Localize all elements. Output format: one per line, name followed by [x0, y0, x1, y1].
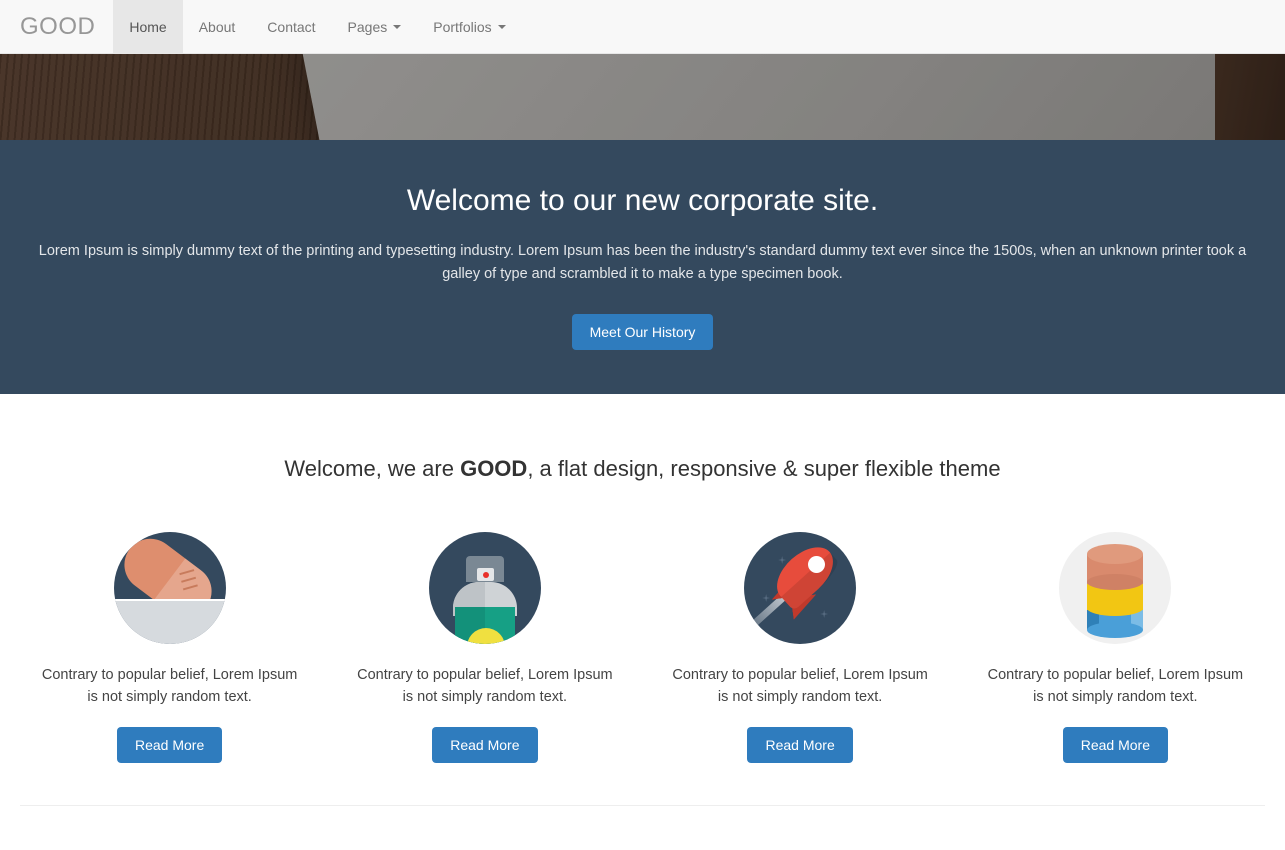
- feature-column-1: Contrary to popular belief, Lorem Ipsum …: [12, 532, 327, 763]
- nav-item-portfolios[interactable]: Portfolios: [417, 0, 521, 53]
- feature-text-2: Contrary to popular belief, Lorem Ipsum …: [355, 664, 615, 709]
- nav-item-about-label: About: [199, 19, 236, 35]
- nav-item-about[interactable]: About: [183, 0, 252, 53]
- feature-icon-3: [744, 532, 856, 644]
- hero-photo-banner: Gli elementi principali SERVER WDM: Riun…: [0, 54, 1285, 140]
- nav-item-pages-label: Pages: [348, 19, 388, 35]
- features-heading-post: , a flat design, responsive & super flex…: [527, 456, 1000, 481]
- nav-item-home[interactable]: Home: [113, 0, 182, 53]
- features-heading-pre: Welcome, we are: [284, 456, 460, 481]
- nav-menu: Home About Contact Pages Portfolios: [113, 0, 521, 53]
- pencil-icon: [114, 532, 226, 644]
- spray-body: [455, 607, 515, 644]
- spray-nozzle-dot: [483, 572, 489, 578]
- read-more-button-1[interactable]: Read More: [117, 727, 222, 763]
- feature-icon-4: [1059, 532, 1171, 644]
- nav-item-portfolios-label: Portfolios: [433, 19, 491, 35]
- chevron-down-icon: [393, 25, 401, 29]
- read-more-button-3[interactable]: Read More: [747, 727, 852, 763]
- star-icon: [778, 556, 786, 564]
- nav-item-pages[interactable]: Pages: [332, 0, 418, 53]
- rocket-window: [808, 556, 825, 573]
- read-more-button-4[interactable]: Read More: [1063, 727, 1168, 763]
- chevron-down-icon: [498, 25, 506, 29]
- hero-section: Welcome to our new corporate site. Lorem…: [0, 140, 1285, 394]
- features-columns: Contrary to popular belief, Lorem Ipsum …: [0, 532, 1285, 763]
- features-section: Welcome, we are GOOD, a flat design, res…: [0, 394, 1285, 806]
- nav-item-contact[interactable]: Contact: [251, 0, 331, 53]
- pencil-base: [114, 599, 226, 644]
- feature-column-3: Contrary to popular belief, Lorem Ipsum …: [643, 532, 958, 763]
- layer-yellow-bottom: [1087, 600, 1143, 616]
- read-more-button-2[interactable]: Read More: [432, 727, 537, 763]
- database-layers-icon: [1059, 532, 1171, 644]
- rocket-icon: [744, 532, 856, 644]
- features-heading: Welcome, we are GOOD, a flat design, res…: [0, 456, 1285, 482]
- meet-our-history-button[interactable]: Meet Our History: [572, 314, 714, 350]
- feature-text-4: Contrary to popular belief, Lorem Ipsum …: [985, 664, 1245, 709]
- section-divider: [20, 805, 1265, 806]
- feature-column-4: Contrary to popular belief, Lorem Ipsum …: [958, 532, 1273, 763]
- feature-text-1: Contrary to popular belief, Lorem Ipsum …: [40, 664, 300, 709]
- layer-blue-bottom: [1087, 622, 1143, 638]
- layer-salmon-bottom: [1087, 574, 1143, 590]
- nav-item-contact-label: Contact: [267, 19, 315, 35]
- layer-top-cap: [1087, 544, 1143, 564]
- nav-item-home-label: Home: [129, 19, 166, 35]
- feature-text-3: Contrary to popular belief, Lorem Ipsum …: [670, 664, 930, 709]
- banner-overlay: [0, 54, 1285, 140]
- hero-paragraph: Lorem Ipsum is simply dummy text of the …: [18, 240, 1268, 286]
- feature-column-2: Contrary to popular belief, Lorem Ipsum …: [327, 532, 642, 763]
- feature-icon-2: [429, 532, 541, 644]
- features-heading-bold: GOOD: [460, 456, 527, 481]
- feature-icon-1: [114, 532, 226, 644]
- brand-logo[interactable]: GOOD: [0, 0, 113, 53]
- star-icon: [820, 610, 828, 618]
- spray-can-icon: [429, 532, 541, 644]
- main-navbar: GOOD Home About Contact Pages Portfolios: [0, 0, 1285, 54]
- star-icon: [762, 594, 770, 602]
- hero-heading: Welcome to our new corporate site.: [0, 182, 1285, 220]
